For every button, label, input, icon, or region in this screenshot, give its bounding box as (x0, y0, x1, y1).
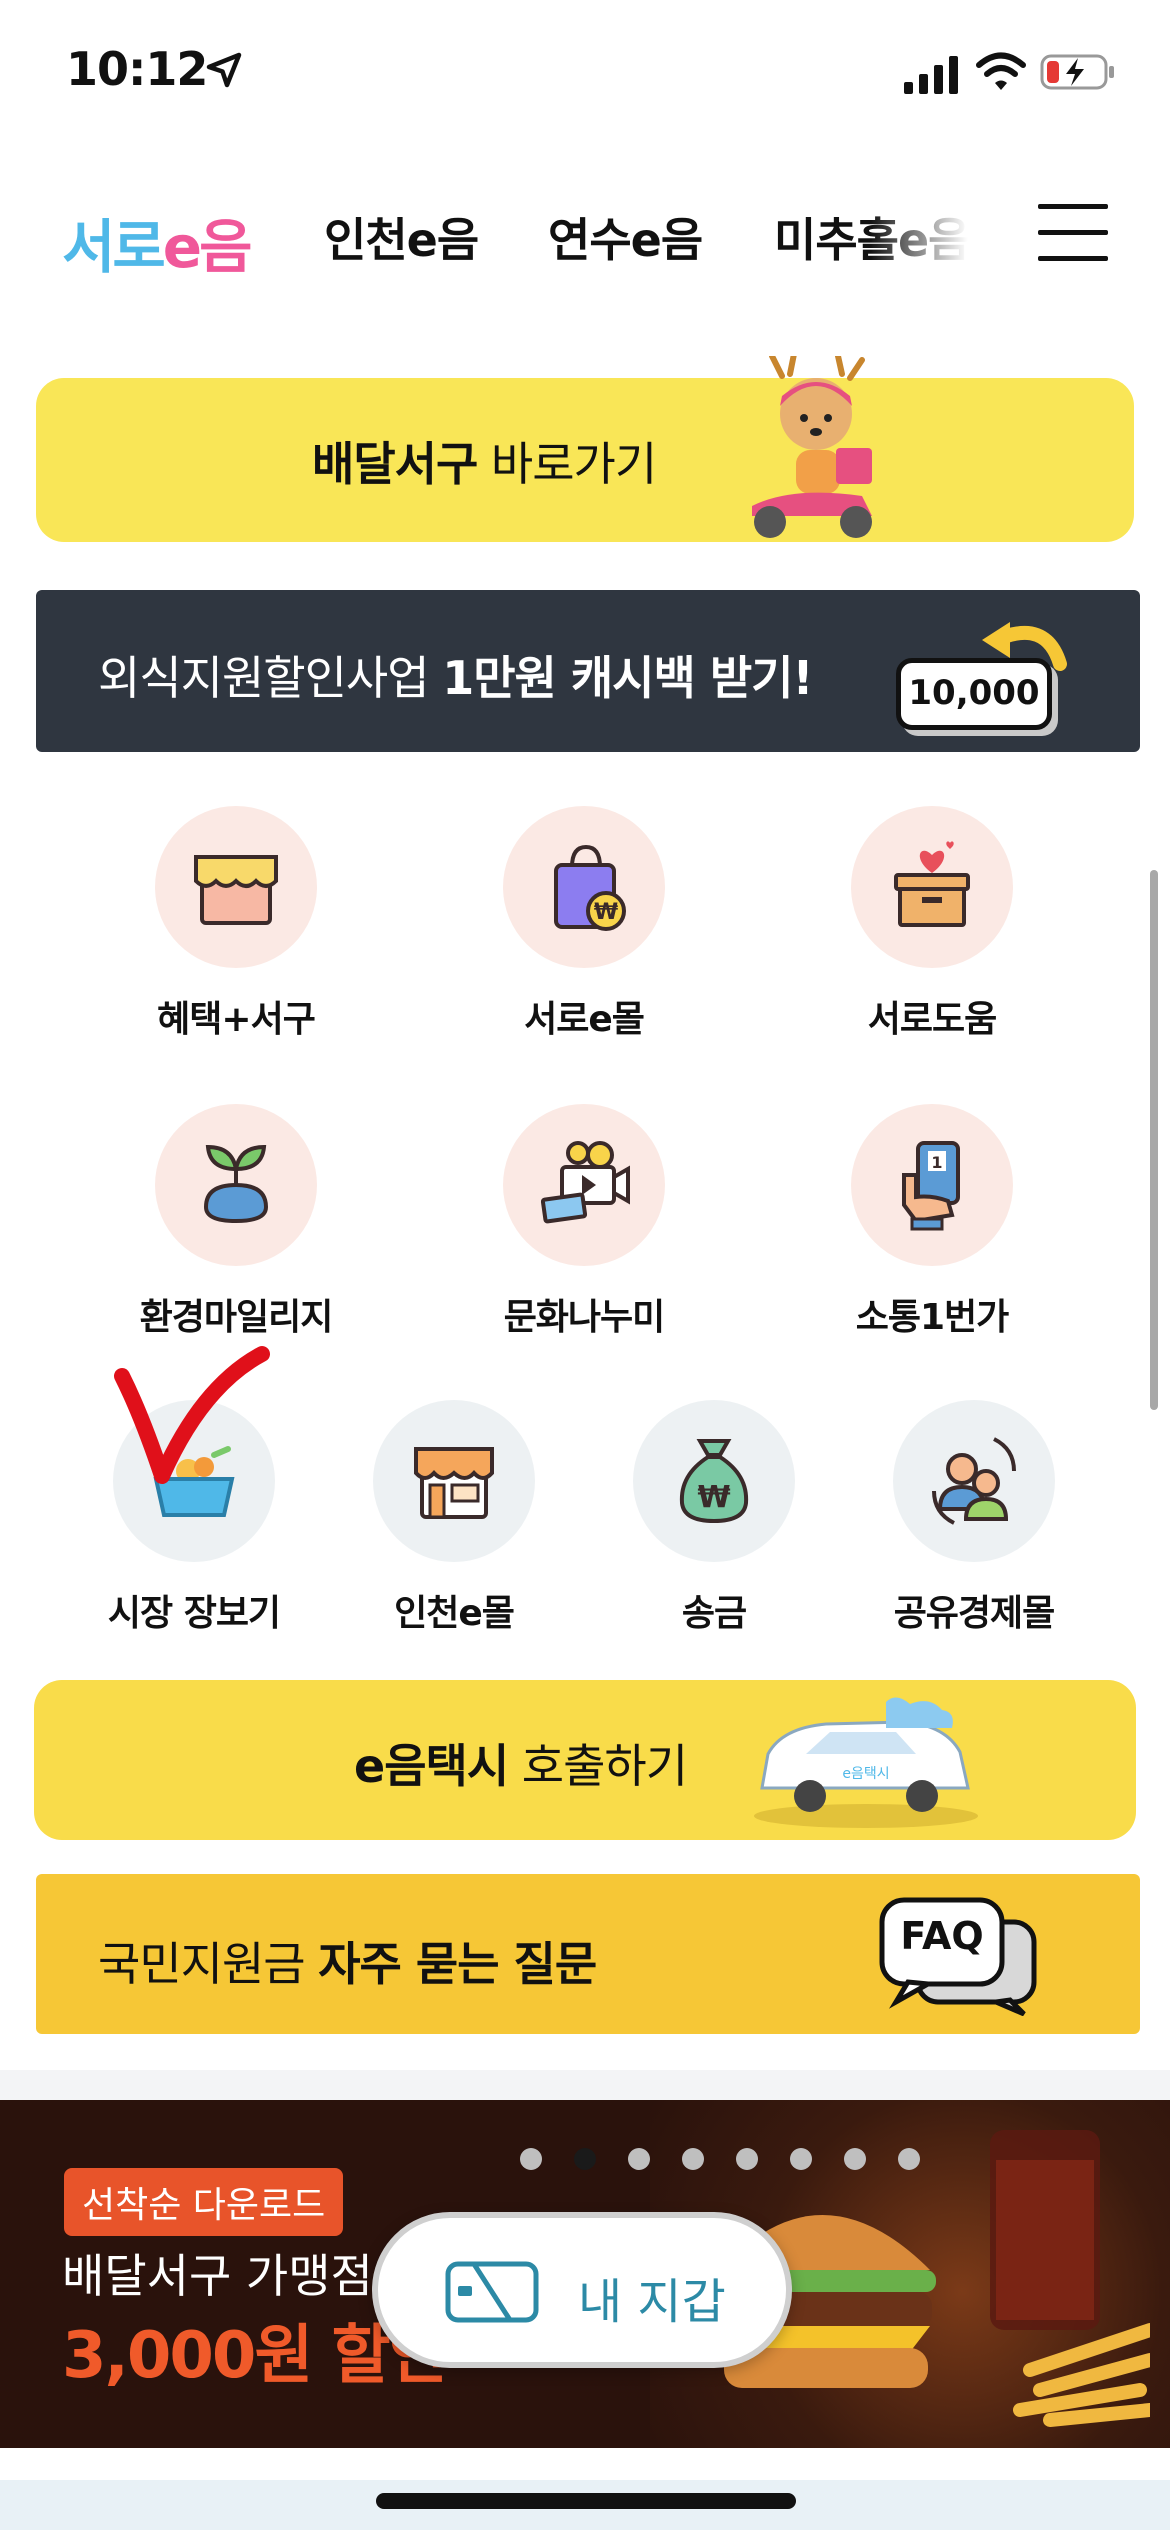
carousel-dot[interactable] (682, 2148, 704, 2170)
tile-seoro-help[interactable]: 서로도움 (812, 806, 1052, 1042)
incheon-mall-icon-circle (373, 1400, 535, 1562)
delivery-banner[interactable]: 배달서구 바로가기 (36, 356, 1134, 542)
carousel-dot-active[interactable] (574, 2148, 596, 2170)
seoro-help-icon-circle (851, 806, 1013, 968)
my-wallet-button[interactable]: 내 지갑 (372, 2212, 792, 2368)
cashback-banner[interactable]: 외식지원할인사업 1만원 캐시백 받기! 10,000 (36, 590, 1140, 752)
tile-label: 서로도움 (867, 999, 997, 1040)
home-indicator[interactable] (376, 2493, 796, 2509)
donation-box-icon (894, 841, 970, 927)
battery-icon (1040, 54, 1114, 90)
shopping-bag-icon: ₩ (554, 844, 626, 931)
tile-label: 인천e몰 (394, 1593, 515, 1634)
deer-scooter-mascot-icon (752, 356, 872, 538)
taxi-banner[interactable]: e음택시 호출하기 e음택시 (34, 1680, 1136, 1840)
taxi-banner-rest: 호출하기 (508, 1739, 688, 1793)
nav-item-incheon[interactable]: 인천e음 (324, 204, 479, 270)
tile-communication-street[interactable]: 1 소통1번가 (812, 1104, 1052, 1340)
wifi-icon (976, 52, 1026, 90)
tile-remittance[interactable]: ₩ 송금 (594, 1400, 834, 1636)
delivery-banner-bold: 배달서구 (312, 437, 478, 491)
eco-icon-circle (155, 1104, 317, 1266)
promo-line1: 배달서구 가맹점 (62, 2249, 373, 2303)
faq-banner[interactable]: 국민지원금 자주 묻는 질문 FAQ (36, 1874, 1140, 2034)
carousel-dot[interactable] (736, 2148, 758, 2170)
carousel-dot[interactable] (628, 2148, 650, 2170)
red-checkmark-icon (114, 1346, 270, 1484)
culture-icon-circle (503, 1104, 665, 1266)
svg-text:₩: ₩ (594, 900, 618, 925)
delivery-banner-text: 배달서구 바로가기 (312, 428, 657, 494)
tile-label: 시장 장보기 (107, 1593, 281, 1634)
svg-text:1: 1 (931, 1153, 942, 1172)
delivery-banner-rest: 바로가기 (477, 437, 657, 491)
remittance-icon-circle: ₩ (633, 1400, 795, 1562)
seoro-mall-icon-circle: ₩ (503, 806, 665, 968)
tile-label: 공유경제몰 (893, 1593, 1056, 1634)
shop-awning-icon (194, 855, 278, 925)
promo-tag: 선착순 다운로드 (64, 2168, 344, 2236)
money-bag-icon: ₩ (679, 1439, 749, 1524)
tile-label: 송금 (681, 1593, 747, 1634)
logo-text-part2: e음 (162, 213, 253, 281)
faq-banner-rest: 국민지원금 (98, 1937, 319, 1991)
svg-text:₩: ₩ (697, 1480, 730, 1515)
sharing-icon-circle (893, 1400, 1055, 1562)
tile-eco-mileage[interactable]: 환경마일리지 (116, 1104, 356, 1340)
cashback-coin-graphic: 10,000 (888, 612, 1088, 732)
status-time: 10:12 (66, 42, 208, 96)
cashback-banner-text: 외식지원할인사업 1만원 캐시백 받기! (98, 642, 813, 708)
carousel-dot[interactable] (844, 2148, 866, 2170)
wallet-card-icon (445, 2261, 539, 2323)
film-camera-icon (540, 1141, 630, 1224)
carousel-dot[interactable] (790, 2148, 812, 2170)
tile-seoro-e-mall[interactable]: ₩ 서로e몰 (464, 806, 704, 1042)
location-arrow-icon (206, 52, 242, 88)
communication-icon-circle: 1 (851, 1104, 1013, 1266)
tile-incheon-e-mall[interactable]: 인천e몰 (334, 1400, 574, 1636)
hamburger-menu-icon[interactable] (1038, 204, 1108, 264)
logo-text-part1: 서로 (62, 213, 166, 281)
carousel-dot[interactable] (898, 2148, 920, 2170)
sharing-people-icon (932, 1437, 1016, 1525)
cashback-banner-bold: 1만원 캐시백 받기! (442, 651, 813, 705)
sprout-icon (203, 1144, 269, 1224)
storefront-icon (414, 1447, 494, 1519)
taxi-car-icon: e음택시 (754, 1697, 978, 1828)
tile-label: 문화나누미 (503, 1297, 666, 1338)
status-bar: 10:12 (0, 0, 1170, 140)
section-separator (0, 2070, 1170, 2100)
faq-bubble-label: FAQ (900, 1914, 984, 1958)
taxi-banner-bold: e음택시 (354, 1739, 509, 1793)
top-nav: 서로e음 인천e음 연수e음 미추홀e음 (0, 180, 1170, 300)
scrollbar[interactable] (1150, 870, 1158, 1410)
hand-phone-icon: 1 (902, 1141, 960, 1231)
faq-banner-text: 국민지원금 자주 묻는 질문 (98, 1928, 597, 1994)
nav-fade-overlay (870, 180, 1000, 300)
faq-bubble-graphic: FAQ (878, 1896, 1038, 2016)
tile-benefit-seogu[interactable]: 혜택+서구 (116, 806, 356, 1042)
tile-sharing-economy-mall[interactable]: 공유경제몰 (854, 1400, 1094, 1636)
carousel-dot[interactable] (520, 2148, 542, 2170)
tile-culture-sharing[interactable]: 문화나누미 (464, 1104, 704, 1340)
seoro-logo[interactable]: 서로e음 (62, 200, 253, 284)
cellular-signal-icon (904, 56, 958, 94)
cashback-banner-rest: 외식지원할인사업 (98, 651, 443, 705)
cashback-coin-label: 10,000 (896, 658, 1052, 730)
tile-label: 환경마일리지 (139, 1297, 334, 1338)
tile-label: 소통1번가 (855, 1297, 1010, 1338)
taxi-banner-text: e음택시 호출하기 (354, 1730, 688, 1796)
faq-banner-bold: 자주 묻는 질문 (318, 1937, 597, 1991)
tile-label: 혜택+서구 (157, 999, 316, 1040)
benefit-shop-icon-circle (155, 806, 317, 968)
wallet-label: 내 지갑 (578, 2274, 726, 2330)
taxi-car-text: e음택시 (842, 1766, 889, 1782)
tile-label: 서로e몰 (524, 999, 645, 1040)
nav-item-yeonsu[interactable]: 연수e음 (548, 204, 703, 270)
